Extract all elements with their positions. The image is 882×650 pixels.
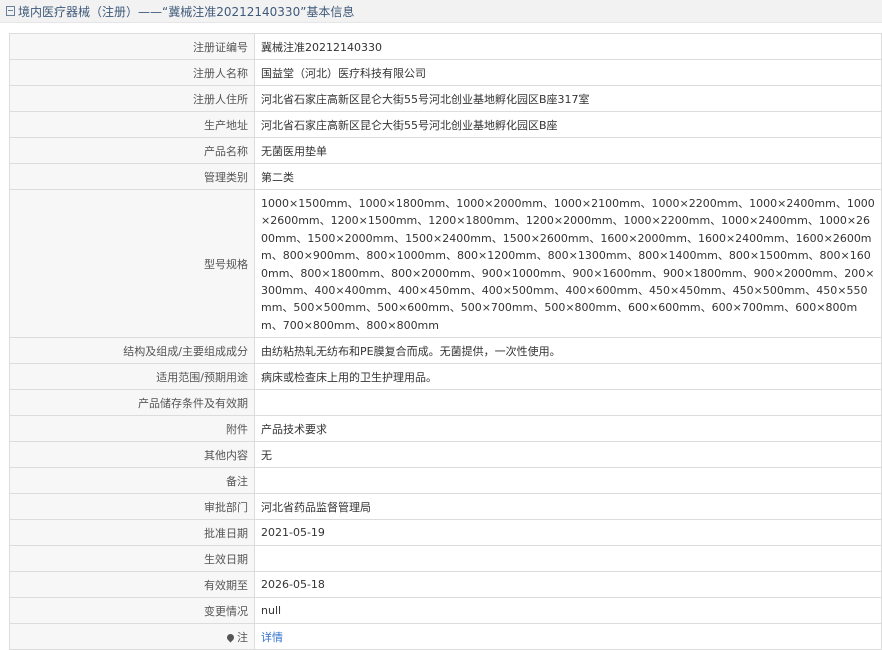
row-value xyxy=(254,545,882,573)
row-value: 2026-05-18 xyxy=(254,571,882,599)
row-label: 审批部门 xyxy=(9,493,255,521)
table-row: 结构及组成/主要组成成分 由纺粘热轧无纺布和PE膜复合而成。无菌提供，一次性使用… xyxy=(9,337,882,365)
model-spec-value: 1000×1500mm、1000×1800mm、1000×2000mm、1000… xyxy=(261,197,875,332)
table-row: 其他内容 无 xyxy=(9,441,882,469)
table-row: 管理类别 第二类 xyxy=(9,163,882,190)
row-label: 变更情况 xyxy=(9,597,255,625)
table-row: 生效日期 xyxy=(9,545,882,573)
row-value: 病床或检查床上用的卫生护理用品。 xyxy=(254,363,882,391)
row-label: 生效日期 xyxy=(9,545,255,573)
table-row: 审批部门 河北省药品监督管理局 xyxy=(9,493,882,521)
page-header: 境内医疗器械（注册）——“冀械注准20212140330”基本信息 xyxy=(0,0,882,23)
row-label: 批准日期 xyxy=(9,519,255,547)
row-value: 河北省石家庄高新区昆仑大街55号河北创业基地孵化园区B座 xyxy=(254,111,882,138)
details-link[interactable]: 详情 xyxy=(261,631,283,644)
table-row: 生产地址 河北省石家庄高新区昆仑大街55号河北创业基地孵化园区B座 xyxy=(9,111,882,138)
document-icon xyxy=(6,6,15,16)
row-label: 附件 xyxy=(9,415,255,443)
table-row: 注册人名称 国益堂（河北）医疗科技有限公司 xyxy=(9,59,882,86)
row-label: 型号规格 xyxy=(9,188,255,339)
row-label: 结构及组成/主要组成成分 xyxy=(9,337,255,365)
row-value: 河北省石家庄高新区昆仑大街55号河北创业基地孵化园区B座317室 xyxy=(254,85,882,112)
row-value: 无菌医用垫单 xyxy=(254,137,882,164)
row-label: 有效期至 xyxy=(9,571,255,599)
row-value: 第二类 xyxy=(254,163,882,190)
note-label: 注 xyxy=(237,630,248,644)
row-value: 国益堂（河北）医疗科技有限公司 xyxy=(254,59,882,86)
row-label: 管理类别 xyxy=(9,163,255,190)
row-label: 备注 xyxy=(9,467,255,495)
row-value: 产品技术要求 xyxy=(254,415,882,443)
table-row: 变更情况 null xyxy=(9,597,882,625)
row-value xyxy=(254,467,882,495)
info-table: 注册证编号 冀械注准20212140330 注册人名称 国益堂（河北）医疗科技有… xyxy=(9,33,882,650)
pin-icon xyxy=(225,632,236,643)
table-row: 产品储存条件及有效期 xyxy=(9,389,882,417)
row-value: 无 xyxy=(254,441,882,469)
table-row: 备注 xyxy=(9,467,882,495)
table-row: 注册人住所 河北省石家庄高新区昆仑大街55号河北创业基地孵化园区B座317室 xyxy=(9,85,882,112)
row-value: 由纺粘热轧无纺布和PE膜复合而成。无菌提供，一次性使用。 xyxy=(254,337,882,365)
row-label: 适用范围/预期用途 xyxy=(9,363,255,391)
row-value: 冀械注准20212140330 xyxy=(254,33,882,60)
table-row: 注 详情 xyxy=(9,623,882,650)
table-row: 适用范围/预期用途 病床或检查床上用的卫生护理用品。 xyxy=(9,363,882,391)
table-row: 有效期至 2026-05-18 xyxy=(9,571,882,599)
row-value: null xyxy=(254,597,882,625)
table-row: 型号规格 1000×1500mm、1000×1800mm、1000×2000mm… xyxy=(9,188,882,339)
row-label: 生产地址 xyxy=(9,111,255,138)
note-label-cell: 注 xyxy=(9,623,255,650)
row-label: 产品储存条件及有效期 xyxy=(9,389,255,417)
row-label: 注册证编号 xyxy=(9,33,255,60)
table-row: 产品名称 无菌医用垫单 xyxy=(9,137,882,164)
row-value xyxy=(254,389,882,417)
table-row: 附件 产品技术要求 xyxy=(9,415,882,443)
row-label: 注册人住所 xyxy=(9,85,255,112)
row-label: 注册人名称 xyxy=(9,59,255,86)
row-label: 其他内容 xyxy=(9,441,255,469)
table-row: 注册证编号 冀械注准20212140330 xyxy=(9,33,882,60)
row-value: 河北省药品监督管理局 xyxy=(254,493,882,521)
page-title: 境内医疗器械（注册）——“冀械注准20212140330”基本信息 xyxy=(18,4,355,19)
row-label: 产品名称 xyxy=(9,137,255,164)
row-value: 2021-05-19 xyxy=(254,519,882,547)
table-row: 批准日期 2021-05-19 xyxy=(9,519,882,547)
